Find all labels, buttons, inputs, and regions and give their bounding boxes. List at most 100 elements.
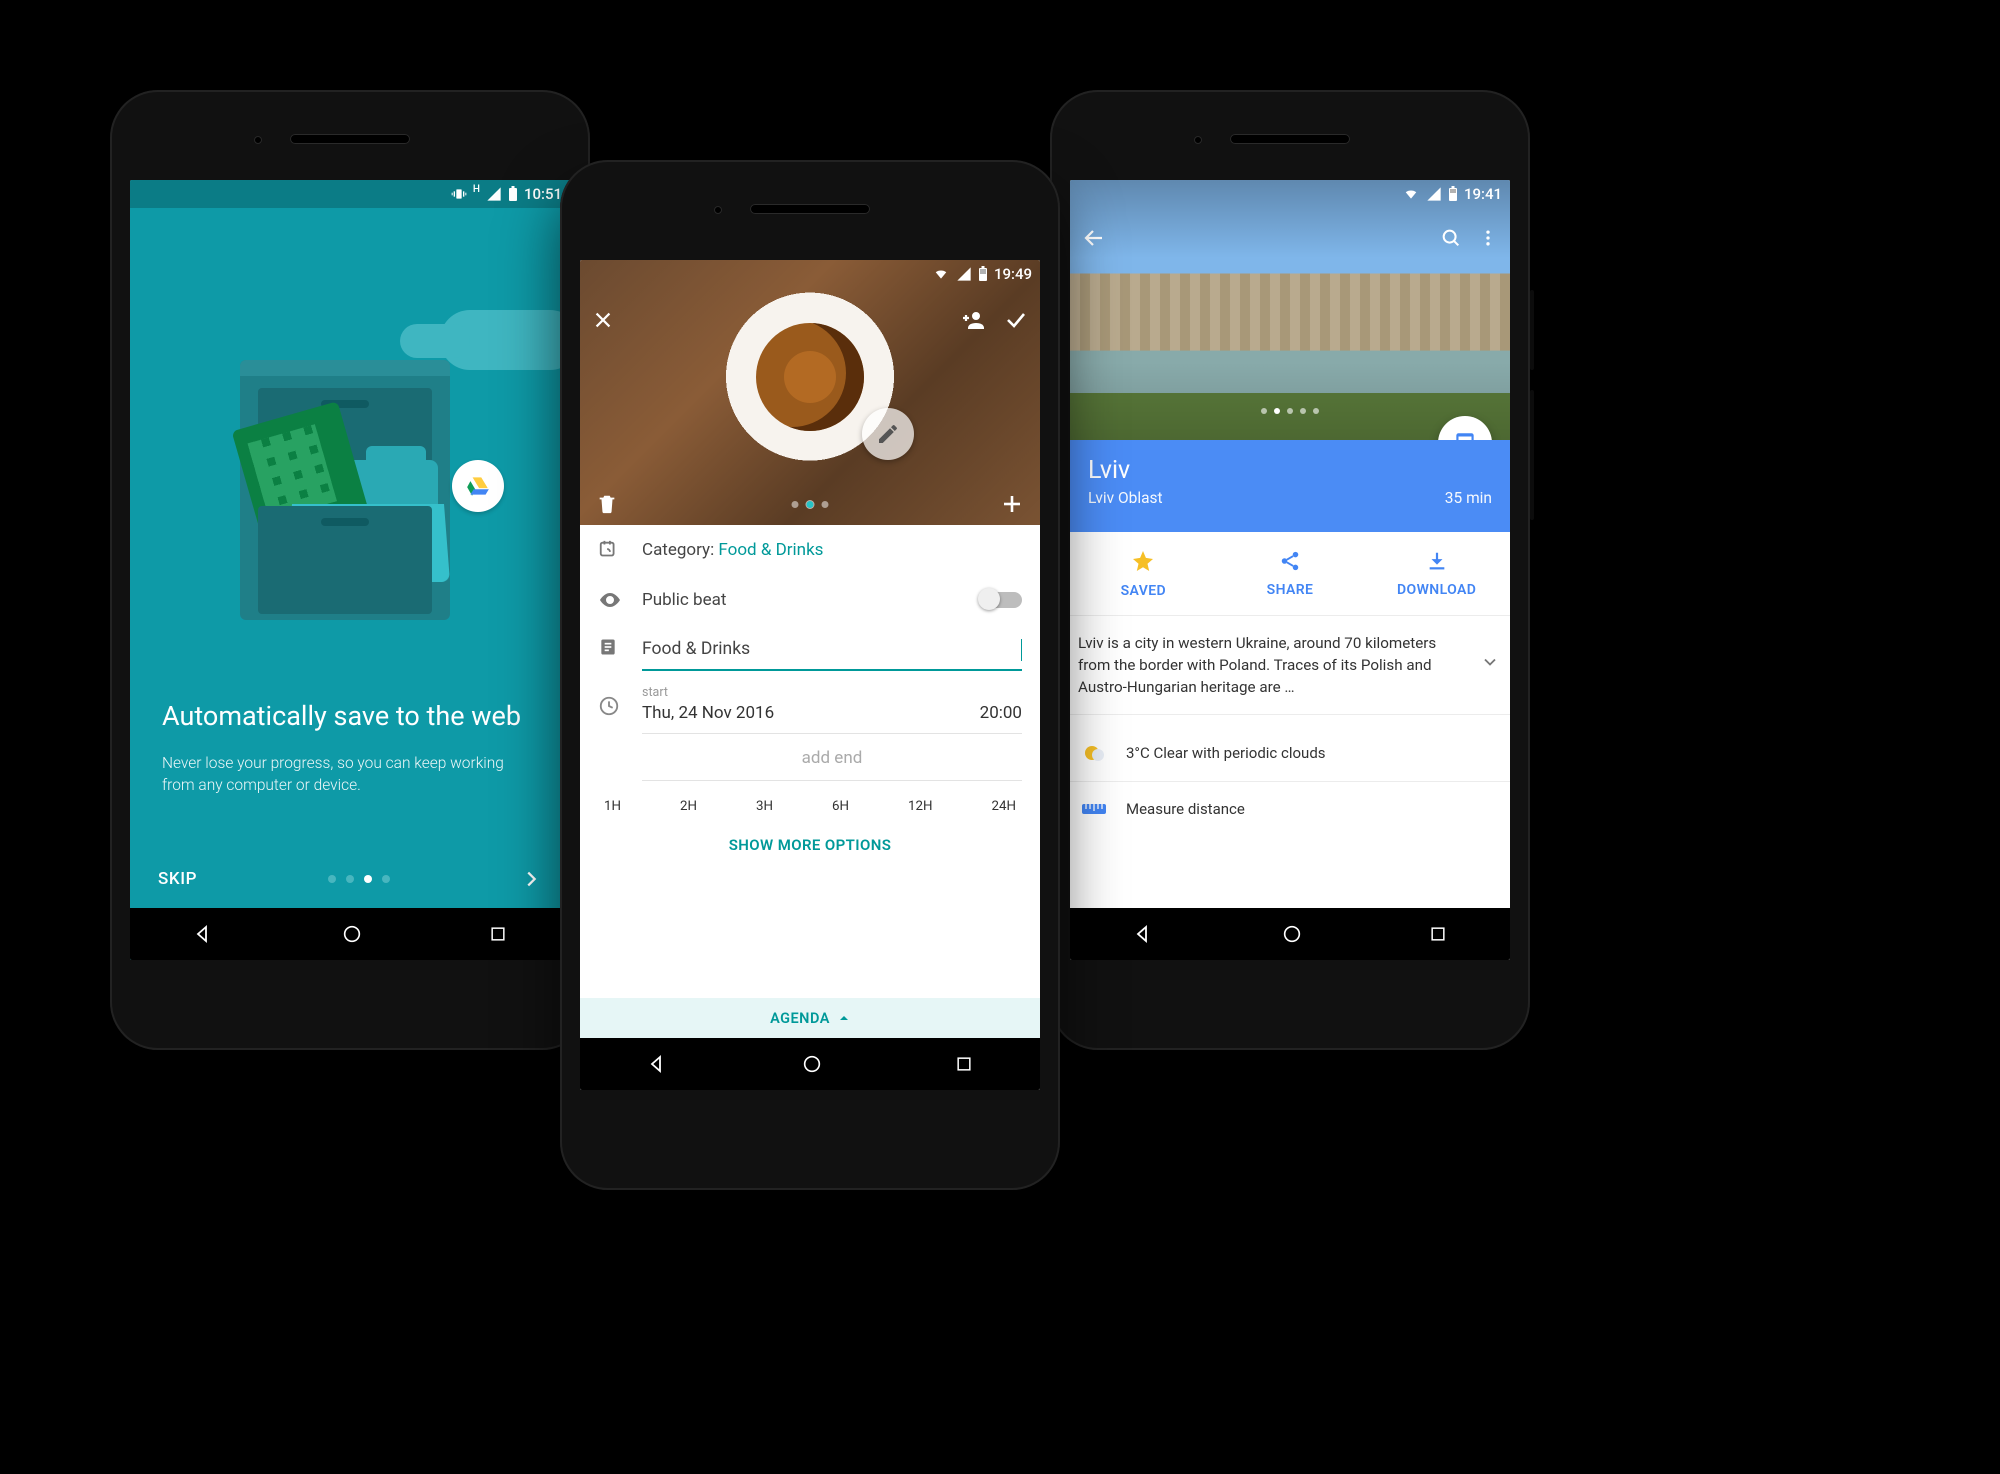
- category-row[interactable]: Category: Food & Drinks: [580, 525, 1040, 575]
- nav-recents-button[interactable]: [954, 1054, 974, 1074]
- status-time: 19:41: [1464, 185, 1502, 203]
- eye-icon: [598, 588, 642, 612]
- place-description: Lviv is a city in western Ukraine, aroun…: [1078, 634, 1436, 696]
- status-bar: 19:41: [1070, 180, 1510, 208]
- confirm-button[interactable]: [1004, 308, 1028, 332]
- nav-back-button[interactable]: [192, 922, 216, 946]
- nav-back-button[interactable]: [646, 1052, 670, 1076]
- note-value: Food & Drinks: [642, 639, 750, 661]
- hero-page-dots: [1261, 408, 1319, 414]
- pencil-icon: [876, 422, 900, 446]
- weather-row[interactable]: 3°C Clear with periodic clouds: [1070, 724, 1510, 782]
- nav-back-button[interactable]: [1132, 922, 1156, 946]
- trash-icon: [596, 493, 618, 515]
- battery-icon: [508, 186, 518, 202]
- android-nav-bar: [130, 908, 570, 960]
- duration-6h[interactable]: 6H: [832, 799, 849, 814]
- place-title-bar[interactable]: Lviv Lviv Oblast 35 min: [1070, 440, 1510, 532]
- delete-image-button[interactable]: [596, 493, 618, 515]
- share-action[interactable]: SHARE: [1217, 532, 1364, 615]
- overflow-menu-button[interactable]: [1478, 228, 1498, 248]
- phone-volume-button: [1060, 460, 1064, 590]
- arrow-left-icon: [1082, 226, 1106, 250]
- category-value: Food & Drinks: [718, 540, 823, 560]
- note-icon: [598, 637, 642, 657]
- show-more-options-button[interactable]: SHOW MORE OPTIONS: [580, 822, 1040, 864]
- public-beat-toggle[interactable]: [980, 592, 1022, 608]
- travel-time: 35 min: [1445, 489, 1492, 507]
- close-button[interactable]: [592, 309, 614, 331]
- saved-action[interactable]: SAVED: [1070, 532, 1217, 615]
- download-action[interactable]: DOWNLOAD: [1363, 532, 1510, 615]
- onboarding-illustration: [130, 240, 570, 650]
- start-date: Thu, 24 Nov 2016: [642, 703, 774, 723]
- google-drive-icon: [452, 460, 504, 512]
- chevron-down-icon: [1480, 652, 1500, 678]
- agenda-toggle[interactable]: AGENDA: [580, 998, 1040, 1038]
- phone-earpiece: [290, 134, 410, 144]
- category-icon: [598, 539, 642, 561]
- close-icon: [592, 309, 614, 331]
- phone-power-button: [1530, 290, 1534, 370]
- hero-page-dots: [792, 501, 829, 508]
- note-input[interactable]: Food & Drinks: [642, 629, 1022, 671]
- cellular-icon: [956, 266, 972, 282]
- duration-1h[interactable]: 1H: [604, 799, 621, 814]
- start-datetime-row[interactable]: Thu, 24 Nov 2016 20:00: [642, 701, 1022, 734]
- place-title: Lviv: [1088, 456, 1492, 485]
- duration-12h[interactable]: 12H: [908, 799, 933, 814]
- place-description-row[interactable]: Lviv is a city in western Ukraine, aroun…: [1070, 616, 1510, 715]
- nav-home-button[interactable]: [1281, 923, 1303, 945]
- download-label: DOWNLOAD: [1397, 582, 1476, 598]
- weather-text: 3°C Clear with periodic clouds: [1126, 744, 1326, 762]
- skip-button[interactable]: SKIP: [158, 869, 197, 889]
- phone-earpiece: [1230, 134, 1350, 144]
- cellular-icon: [1426, 186, 1442, 202]
- duration-3h[interactable]: 3H: [756, 799, 773, 814]
- search-icon: [1440, 227, 1462, 249]
- cabinet-illustration: [240, 360, 450, 620]
- onboarding-title: Automatically save to the web: [162, 700, 538, 734]
- note-field-row: Food & Drinks: [580, 629, 1040, 671]
- nav-home-button[interactable]: [341, 923, 363, 945]
- phone-sheets-onboarding: H 10:51: [110, 90, 590, 1050]
- plus-icon: [1000, 492, 1024, 516]
- add-image-button[interactable]: [1000, 492, 1024, 516]
- start-label: start: [642, 685, 668, 700]
- start-time: 20:00: [980, 703, 1022, 723]
- vibrate-icon: [451, 186, 467, 202]
- add-person-button[interactable]: [962, 308, 986, 332]
- cellular-icon: [486, 186, 502, 202]
- android-nav-bar: [580, 1038, 1040, 1090]
- status-bar: H 10:51: [130, 180, 570, 208]
- next-button[interactable]: [520, 868, 542, 890]
- nav-home-button[interactable]: [801, 1053, 823, 1075]
- search-button[interactable]: [1440, 227, 1462, 249]
- measure-distance-row[interactable]: Measure distance: [1070, 782, 1510, 836]
- back-button[interactable]: [1082, 226, 1106, 250]
- edit-image-button[interactable]: [862, 408, 914, 460]
- saved-label: SAVED: [1121, 583, 1166, 599]
- status-time: 19:49: [994, 265, 1032, 283]
- page-dots: [328, 875, 390, 883]
- check-icon: [1004, 308, 1028, 332]
- battery-icon: [1448, 186, 1458, 202]
- share-icon: [1279, 550, 1301, 576]
- nav-recents-button[interactable]: [1428, 924, 1448, 944]
- phone-power-button: [1060, 360, 1064, 440]
- public-beat-row[interactable]: Public beat: [580, 575, 1040, 625]
- place-actions: SAVED SHARE DOWNLOAD: [1070, 532, 1510, 616]
- nav-recents-button[interactable]: [488, 924, 508, 944]
- weather-icon: [1080, 741, 1108, 765]
- wifi-icon: [1402, 187, 1420, 201]
- duration-24h[interactable]: 24H: [992, 799, 1017, 814]
- network-h-indicator: H: [473, 185, 480, 195]
- add-end-button[interactable]: add end: [642, 734, 1022, 781]
- wifi-icon: [932, 267, 950, 281]
- share-label: SHARE: [1267, 582, 1314, 598]
- onboarding-body: Never lose your progress, so you can kee…: [162, 752, 538, 797]
- android-nav-bar: [1070, 908, 1510, 960]
- measure-label: Measure distance: [1126, 800, 1245, 818]
- duration-2h[interactable]: 2H: [680, 799, 697, 814]
- ruler-icon: [1080, 802, 1108, 816]
